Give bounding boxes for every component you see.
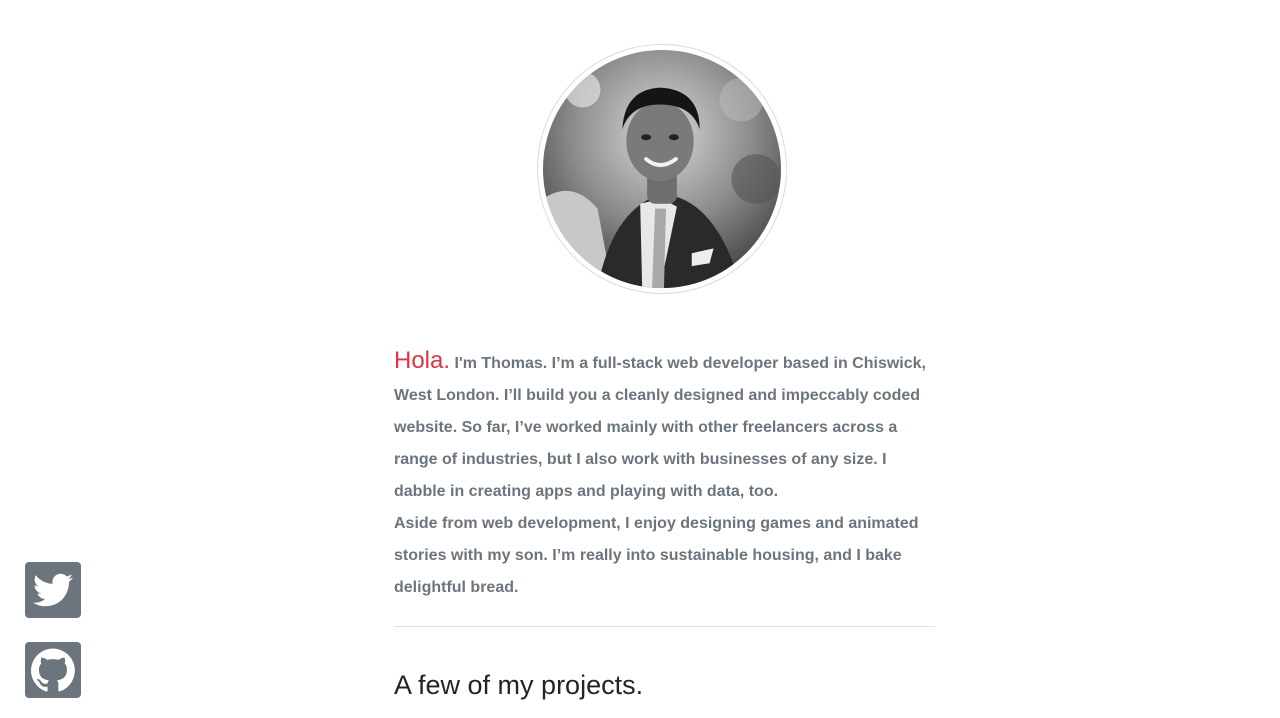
twitter-icon xyxy=(33,573,73,607)
twitter-link[interactable] xyxy=(25,562,81,618)
intro-text: I'm Thomas. I’m a full-stack web develop… xyxy=(394,355,926,500)
section-divider xyxy=(394,626,935,627)
profile-avatar xyxy=(543,50,781,288)
github-icon xyxy=(31,648,75,692)
profile-avatar-frame xyxy=(537,44,787,294)
intro-paragraph: Hola. I'm Thomas. I’m a full-stack web d… xyxy=(394,345,936,508)
intro-section: Hola. I'm Thomas. I’m a full-stack web d… xyxy=(394,345,936,604)
aside-paragraph: Aside from web development, I enjoy desi… xyxy=(394,515,919,596)
page: Hola. I'm Thomas. I’m a full-stack web d… xyxy=(0,0,1280,718)
projects-heading: A few of my projects. xyxy=(394,670,644,700)
greeting: Hola. xyxy=(394,347,451,374)
github-link[interactable] xyxy=(25,642,81,698)
